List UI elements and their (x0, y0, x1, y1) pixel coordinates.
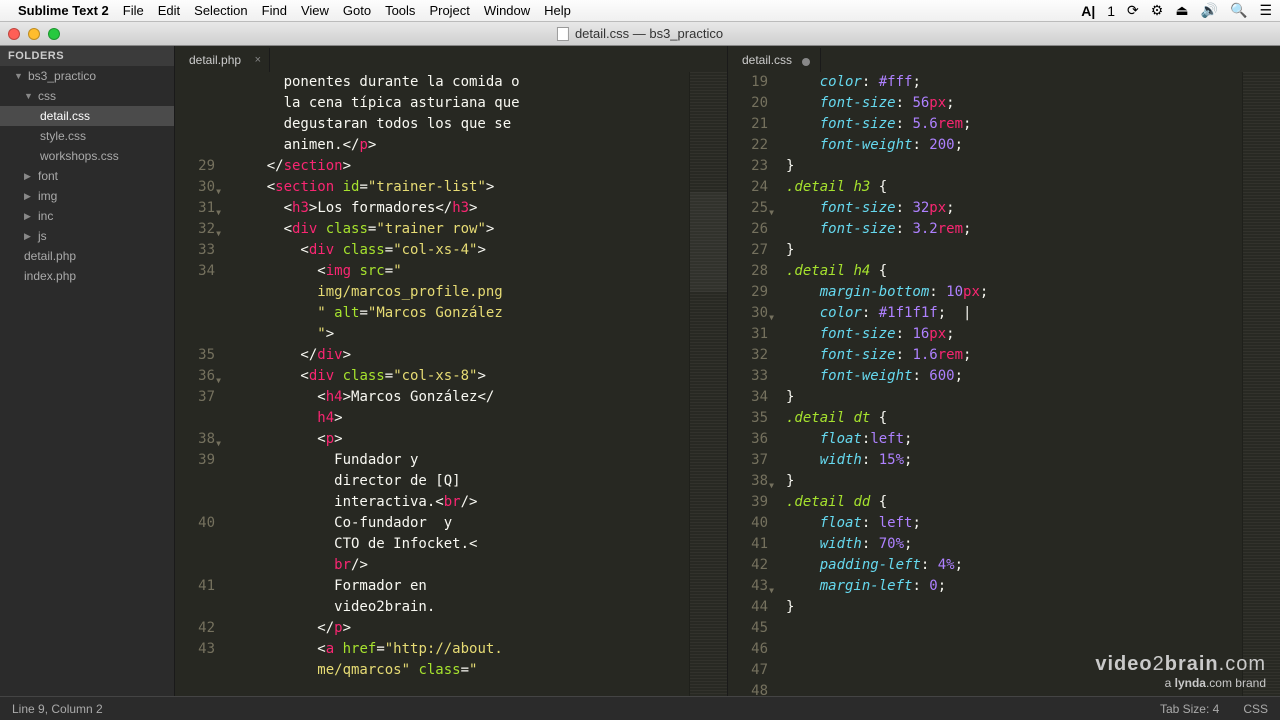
code-area[interactable]: color: #fff; font-size: 56px; font-size:… (778, 72, 1242, 696)
window-minimize-button[interactable] (28, 28, 40, 40)
statusbar: Line 9, Column 2 Tab Size: 4 CSS (0, 696, 1280, 720)
spotlight-icon[interactable]: 🔍 (1230, 2, 1247, 19)
folder-font[interactable]: ▶font (0, 166, 174, 186)
tab-label: detail.css (742, 53, 792, 67)
file-workshops-css[interactable]: workshops.css (0, 146, 174, 166)
modified-dot-icon[interactable] (802, 58, 810, 66)
file-detail-php[interactable]: detail.php (0, 246, 174, 266)
tab-detail-css[interactable]: detail.css (728, 48, 821, 72)
window-maximize-button[interactable] (48, 28, 60, 40)
syntax-mode[interactable]: CSS (1243, 702, 1268, 716)
sidebar-heading: FOLDERS (0, 46, 174, 66)
window-title: detail.css — bs3_practico (557, 26, 723, 41)
menu-edit[interactable]: Edit (158, 3, 180, 18)
folder-img[interactable]: ▶img (0, 186, 174, 206)
wifi-icon[interactable]: ⚙ (1151, 2, 1164, 19)
folder-inc[interactable]: ▶inc (0, 206, 174, 226)
menu-help[interactable]: Help (544, 3, 571, 18)
code-area[interactable]: ponentes durante la comida o la cena típ… (225, 72, 689, 696)
app-name[interactable]: Sublime Text 2 (18, 3, 109, 18)
menu-selection[interactable]: Selection (194, 3, 247, 18)
menu-file[interactable]: File (123, 3, 144, 18)
tab-label: detail.php (189, 53, 241, 67)
window-title-text: detail.css — bs3_practico (575, 26, 723, 41)
window-titlebar: detail.css — bs3_practico (0, 22, 1280, 46)
traffic-lights (8, 28, 60, 40)
menu-window[interactable]: Window (484, 3, 530, 18)
minimap[interactable] (689, 72, 727, 696)
eject-icon[interactable]: ⏏ (1175, 2, 1188, 19)
menu-tools[interactable]: Tools (385, 3, 415, 18)
menu-find[interactable]: Find (262, 3, 287, 18)
tab-bar-right: detail.css (728, 46, 1280, 72)
minimap[interactable] (1242, 72, 1280, 696)
editor-right[interactable]: 19202122232425▼2627282930▼31323334353637… (728, 72, 1280, 696)
menu-goto[interactable]: Goto (343, 3, 371, 18)
menu-view[interactable]: View (301, 3, 329, 18)
tab-detail-php[interactable]: detail.php × (175, 48, 270, 72)
folder-css[interactable]: ▼css (0, 86, 174, 106)
volume-icon[interactable]: 🔊 (1201, 2, 1218, 19)
tab-bar-left: detail.php × (175, 46, 727, 72)
cursor-position[interactable]: Line 9, Column 2 (12, 702, 103, 716)
gutter: 2930▼31▼32▼3334 3536▼37 38▼39 40 41 4243 (175, 72, 225, 696)
menubar: Sublime Text 2 File Edit Selection Find View… (0, 0, 1280, 22)
document-icon (557, 27, 569, 41)
editor-left[interactable]: 2930▼31▼32▼3334 3536▼37 38▼39 40 41 4243… (175, 72, 727, 696)
file-style-css[interactable]: style.css (0, 126, 174, 146)
folder-js[interactable]: ▶js (0, 226, 174, 246)
editor-pane-right: detail.css 19202122232425▼2627282930▼313… (728, 46, 1280, 696)
close-icon[interactable]: × (255, 54, 261, 66)
gutter: 19202122232425▼2627282930▼31323334353637… (728, 72, 778, 696)
adobe-icon[interactable]: A| (1081, 3, 1095, 19)
folder-project[interactable]: ▼bs3_practico (0, 66, 174, 86)
window-close-button[interactable] (8, 28, 20, 40)
editor-pane-left: detail.php × 2930▼31▼32▼3334 3536▼37 38▼… (175, 46, 728, 696)
tab-size[interactable]: Tab Size: 4 (1160, 702, 1219, 716)
file-index-php[interactable]: index.php (0, 266, 174, 286)
menubar-right: A| 1 ⟳ ⚙ ⏏ 🔊 🔍 ☰ (1081, 2, 1272, 19)
notifications-icon[interactable]: ☰ (1259, 2, 1272, 19)
sidebar[interactable]: FOLDERS ▼bs3_practico ▼css detail.csssty… (0, 46, 175, 696)
file-detail-css[interactable]: detail.css (0, 106, 174, 126)
sync-icon[interactable]: ⟳ (1127, 2, 1139, 19)
menu-project[interactable]: Project (429, 3, 469, 18)
badge-count[interactable]: 1 (1107, 3, 1115, 19)
